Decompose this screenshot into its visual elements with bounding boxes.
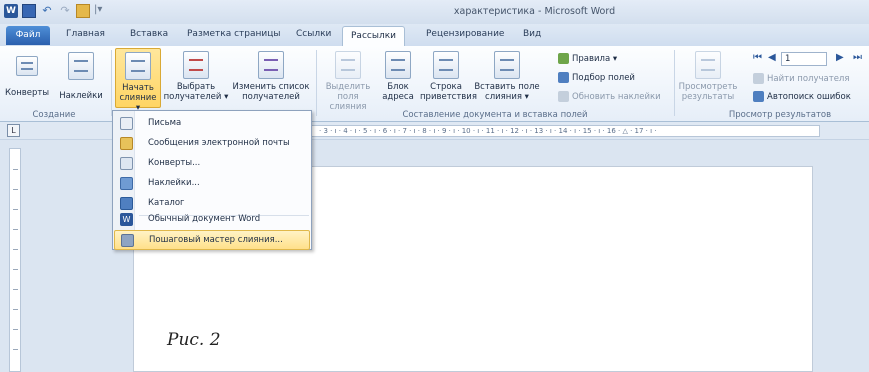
word-document-icon: W [120, 212, 133, 226]
tab-mailings[interactable]: Рассылки [342, 26, 405, 48]
next-record-icon[interactable]: ▶ [836, 52, 844, 63]
menu-item-email-messages[interactable]: Сообщения электронной почты [114, 133, 310, 153]
address-label-1: Блок [387, 82, 409, 92]
auto-check-errors-button[interactable]: Автопоиск ошибок [753, 91, 851, 102]
tab-selector[interactable]: L [7, 124, 20, 137]
record-number-input[interactable]: 1 [781, 52, 827, 66]
menu-item-labels[interactable]: Наклейки... [114, 173, 310, 193]
vertical-ruler[interactable] [9, 148, 21, 372]
tab-insert[interactable]: Вставка [130, 29, 168, 39]
start-merge-label-1: Начать [122, 83, 154, 93]
envelope-icon [120, 156, 133, 170]
insert-field-label-2: слияния ▾ [485, 92, 529, 102]
rules-icon [558, 53, 569, 64]
last-record-icon[interactable]: ⏭ [853, 52, 862, 63]
greeting-line-button[interactable]: Строка приветствия [420, 51, 477, 102]
edit-list-label-2: получателей [242, 92, 300, 102]
directory-icon [120, 196, 133, 210]
start-mail-merge-menu: Письма Сообщения электронной почты Конве… [112, 110, 312, 250]
highlight-fields-icon [335, 51, 361, 79]
match-fields-button[interactable]: Подбор полей [558, 72, 635, 83]
select-recipients-label-1: Выбрать [176, 82, 216, 92]
select-recipients-button[interactable]: Выбрать получателей ▾ [163, 51, 229, 102]
start-merge-icon [125, 52, 151, 80]
labels-button[interactable]: Наклейки [56, 52, 106, 101]
labels-icon [120, 176, 133, 190]
menu-item-envelopes[interactable]: Конверты... [114, 153, 310, 173]
update-labels-icon [558, 91, 569, 102]
tab-home[interactable]: Главная [66, 29, 105, 39]
tab-view[interactable]: Вид [523, 29, 541, 39]
ribbon-tab-bar: Файл Главная Вставка Разметка страницы С… [0, 24, 869, 48]
highlight-label-1: Выделить [325, 82, 371, 92]
auto-check-icon [753, 91, 764, 102]
edit-list-label-1: Изменить список [232, 82, 310, 92]
tab-file[interactable]: Файл [6, 26, 50, 45]
select-recipients-label-2: получателей ▾ [163, 92, 229, 102]
previous-record-icon[interactable]: ◀ [768, 52, 776, 63]
labels-icon [68, 52, 94, 80]
group-label-preview: Просмотр результатов [728, 110, 832, 120]
title-bar: W ↶ ↷ |▾ характеристика - Microsoft Word [0, 0, 869, 24]
edit-list-icon [258, 51, 284, 79]
address-block-icon [385, 51, 411, 79]
menu-item-letters[interactable]: Письма [114, 113, 310, 133]
preview-results-button[interactable]: Просмотреть результаты [678, 51, 738, 102]
start-mail-merge-button[interactable]: Начать слияние ▾ [115, 48, 161, 113]
address-block-button[interactable]: Блок адреса [378, 51, 418, 102]
window-title: характеристика - Microsoft Word [453, 6, 616, 17]
insert-field-label-1: Вставить поле [474, 82, 540, 92]
preview-label-2: результаты [681, 92, 735, 102]
greeting-line-icon [433, 51, 459, 79]
address-label-2: адреса [382, 92, 414, 102]
first-record-icon[interactable]: ⏮ [753, 52, 762, 63]
menu-item-mail-merge-wizard[interactable]: Пошаговый мастер слияния... [114, 230, 310, 250]
figure-caption: Рис. 2 [167, 330, 221, 350]
highlight-label-2: поля слияния [329, 92, 367, 112]
tab-references[interactable]: Ссылки [296, 29, 331, 39]
rules-button[interactable]: Правила ▾ [558, 53, 617, 64]
envelopes-button[interactable]: Конверты [2, 52, 52, 98]
letter-icon [120, 116, 133, 130]
envelope-icon [16, 56, 38, 76]
select-recipients-icon [183, 51, 209, 79]
insert-merge-field-button[interactable]: Вставить поле слияния ▾ [474, 51, 540, 102]
email-icon [120, 136, 133, 150]
find-recipient-icon [753, 73, 764, 84]
menu-item-normal-word-document[interactable]: W Обычный документ Word [114, 209, 310, 229]
match-fields-icon [558, 72, 569, 83]
group-label-compose: Составление документа и вставка полей [402, 110, 588, 120]
update-labels-button[interactable]: Обновить наклейки [558, 91, 661, 102]
tab-page-layout[interactable]: Разметка страницы [187, 29, 281, 39]
highlight-merge-fields-button[interactable]: Выделить поля слияния [320, 51, 376, 112]
preview-results-icon [695, 51, 721, 79]
wizard-icon [121, 233, 134, 247]
edit-recipient-list-button[interactable]: Изменить список получателей [231, 51, 311, 102]
greeting-label-1: Строка [430, 82, 462, 92]
find-recipient-button[interactable]: Найти получателя [753, 73, 849, 84]
preview-label-1: Просмотреть [678, 82, 738, 92]
insert-field-icon [494, 51, 520, 79]
group-label-create: Создание [32, 110, 76, 120]
tab-review[interactable]: Рецензирование [426, 29, 504, 39]
greeting-label-2: приветствия [420, 92, 477, 102]
